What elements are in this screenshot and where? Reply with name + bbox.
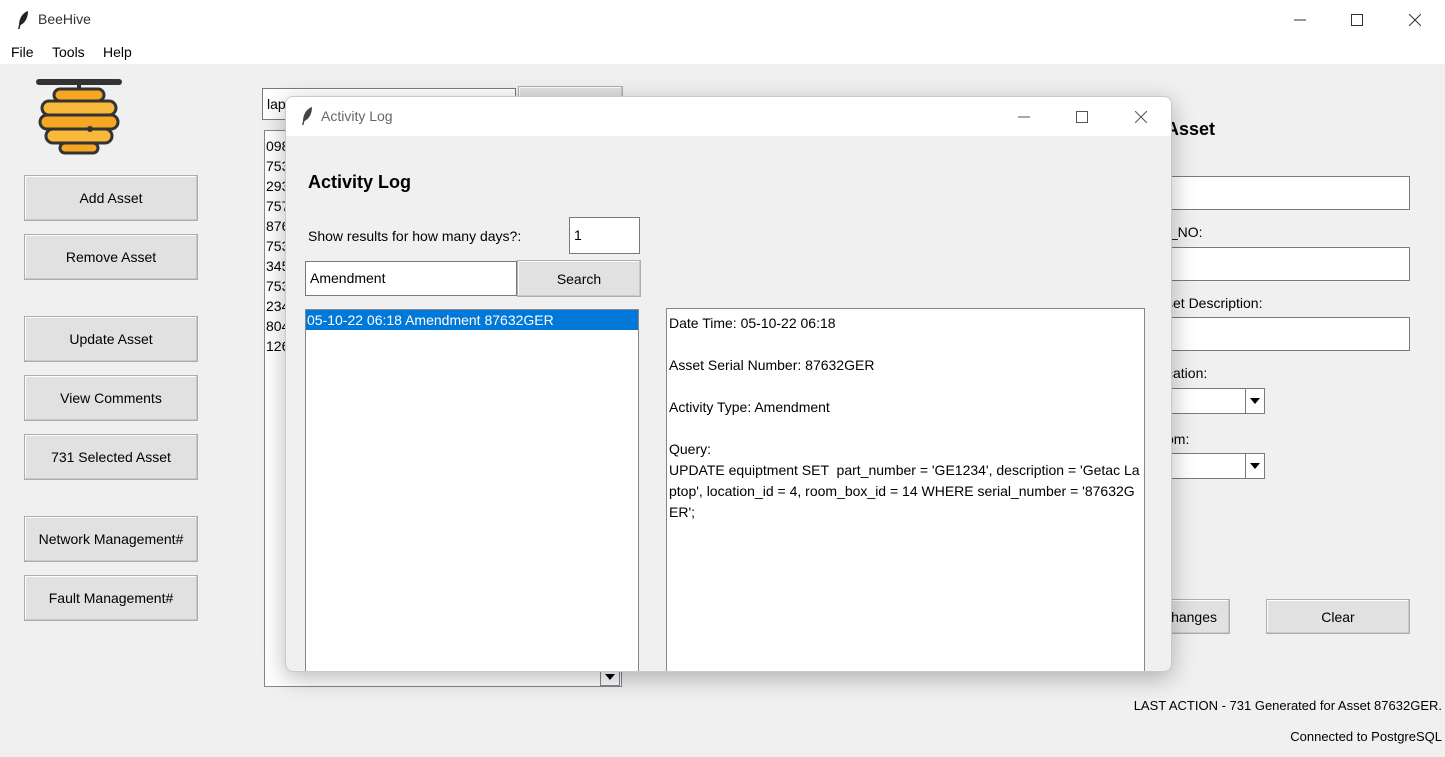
maximize-icon [1351, 14, 1363, 26]
remove-asset-button[interactable]: Remove Asset [24, 234, 198, 280]
detail-query-text: UPDATE equiptment SET part_number = 'GE1… [669, 462, 1140, 520]
view-comments-button[interactable]: View Comments [24, 375, 198, 421]
part-no-input[interactable] [1150, 247, 1410, 281]
selected-asset-731-button[interactable]: 731 Selected Asset [24, 434, 198, 480]
last-action-status: LAST ACTION - 731 Generated for Asset 87… [1133, 698, 1442, 713]
feather-icon [302, 107, 312, 125]
connection-status: Connected to PostgreSQL [1290, 729, 1442, 744]
dialog-close-button[interactable] [1112, 97, 1170, 136]
minimize-button[interactable] [1271, 0, 1329, 40]
room-dropdown-button[interactable] [1245, 453, 1265, 479]
dialog-window-title: Activity Log [321, 108, 393, 124]
activity-detail-panel[interactable]: Date Time: 05-10-22 06:18 Asset Serial N… [666, 308, 1145, 671]
form-title: Asset [1166, 119, 1216, 139]
location-label: cation: [1166, 365, 1208, 381]
close-icon [1409, 14, 1421, 26]
serial-number-input[interactable] [1150, 176, 1410, 210]
days-input[interactable]: 1 [569, 217, 640, 254]
add-asset-button[interactable]: Add Asset [24, 175, 198, 221]
menu-help[interactable]: Help [103, 44, 132, 60]
activity-detail-text: Date Time: 05-10-22 06:18 Asset Serial N… [667, 309, 1144, 527]
minimize-icon [1018, 116, 1030, 117]
title-bar: BeeHive [0, 0, 1445, 40]
chevron-down-icon [1250, 463, 1260, 469]
days-label: Show results for how many days?: [308, 228, 522, 244]
detail-date-time: Date Time: 05-10-22 06:18 [669, 315, 836, 331]
feather-icon [18, 11, 28, 29]
dialog-heading: Activity Log [308, 172, 412, 192]
description-input[interactable] [1150, 317, 1410, 351]
activity-log-dialog: Activity Log Activity Log Show results f… [285, 96, 1172, 672]
main-window: BeeHive File Tools Help Add Asset Remove… [0, 0, 1445, 757]
activity-filter-input[interactable]: Amendment [305, 261, 517, 296]
close-icon [1135, 110, 1147, 123]
maximize-icon [1076, 110, 1088, 123]
chevron-down-icon [1250, 398, 1260, 404]
dialog-minimize-button[interactable] [995, 97, 1053, 136]
menu-file[interactable]: File [11, 44, 34, 60]
dialog-maximize-button[interactable] [1053, 97, 1111, 136]
activity-results-list[interactable]: 05-10-22 06:18 Amendment 87632GER [305, 309, 639, 671]
network-management-button[interactable]: Network Management# [24, 516, 198, 562]
beehive-logo [36, 79, 122, 155]
menu-tools[interactable]: Tools [52, 44, 85, 60]
location-dropdown-button[interactable] [1245, 388, 1265, 414]
update-asset-button[interactable]: Update Asset [24, 316, 198, 362]
maximize-button[interactable] [1328, 0, 1386, 40]
menu-bar: File Tools Help [0, 40, 1445, 64]
app-title: BeeHive [38, 11, 91, 27]
activity-search-button[interactable]: Search [517, 260, 641, 297]
list-item[interactable]: 05-10-22 06:18 Amendment 87632GER [306, 310, 638, 330]
fault-management-button[interactable]: Fault Management# [24, 575, 198, 621]
detail-serial: Asset Serial Number: 87632GER [669, 357, 875, 373]
close-button[interactable] [1386, 0, 1444, 40]
dialog-title-bar: Activity Log [286, 97, 1171, 136]
detail-query-label: Query: [669, 441, 712, 457]
description-label: set Description: [1166, 295, 1263, 311]
detail-activity-type: Activity Type: Amendment [669, 399, 830, 415]
clear-button[interactable]: Clear [1266, 599, 1410, 634]
minimize-icon [1294, 19, 1306, 21]
chevron-down-icon [605, 674, 615, 680]
